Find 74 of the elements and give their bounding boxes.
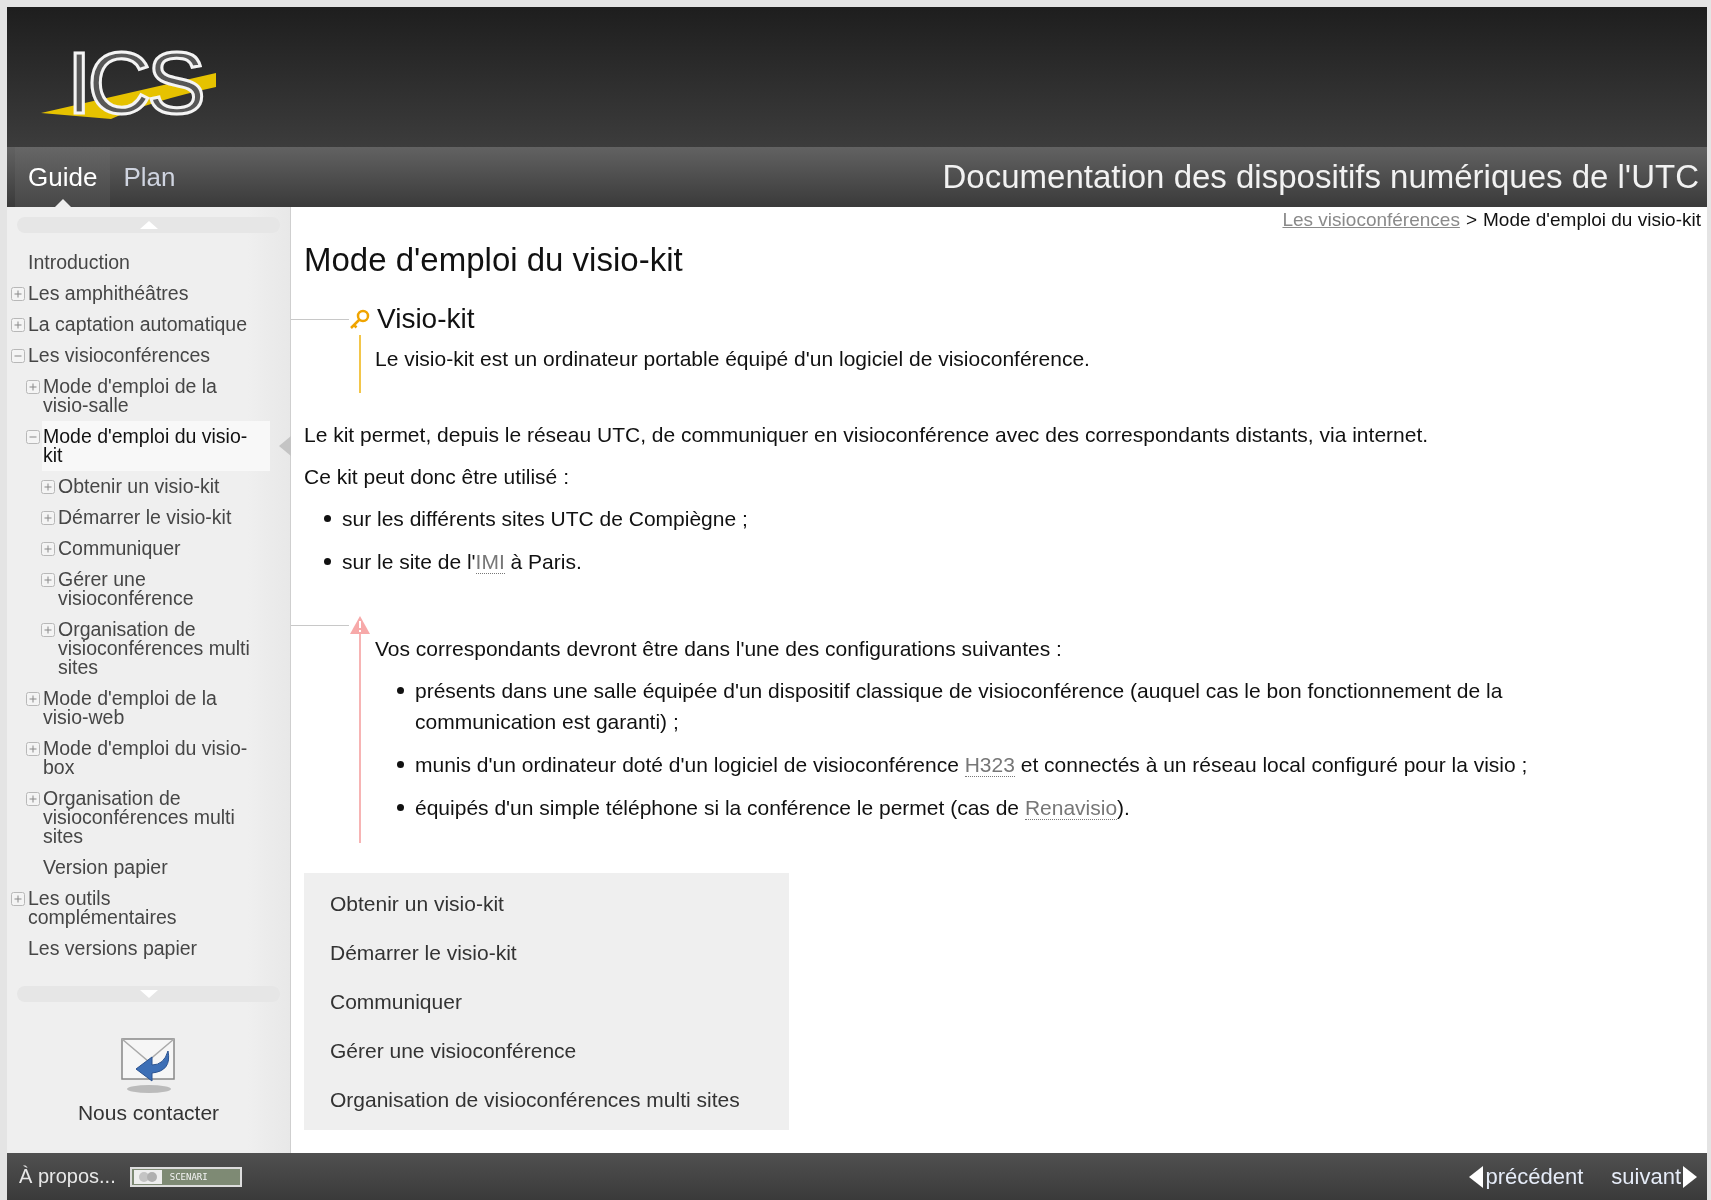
tree-item[interactable]: Mode d'emploi du visio-kit [42,421,270,471]
scroll-down-button[interactable] [17,986,280,1002]
subpage-link[interactable]: Gérer une visioconférence [304,1026,789,1075]
warning-text: Vos correspondants devront être dans l'une des configurations suivantes : [375,636,1063,662]
link[interactable]: Renavisio [1024,796,1118,820]
subpage-link[interactable]: Communiquer [304,977,789,1026]
tree-item[interactable]: La captation automatique [27,309,270,340]
tree-item[interactable]: Les outils complémentaires [27,883,270,933]
tree-item[interactable]: Mode d'emploi du visio-box [42,733,270,783]
page-title: Mode d'emploi du visio-kit [304,241,684,279]
expand-icon[interactable] [41,623,55,637]
tree-item[interactable]: Gérer une visioconférence [57,564,270,614]
tree-item[interactable]: Version papier [42,852,270,883]
bullet-icon [397,687,404,694]
abbreviation: H323 [964,753,1015,777]
expand-icon[interactable] [41,511,55,525]
list-item: sur les différents sites UTC de Compiègne ; [342,506,748,532]
expand-icon[interactable] [11,287,25,301]
tree-item[interactable]: Obtenir un visio-kit [57,471,270,502]
tree-item[interactable]: Mode d'emploi de la visio-web [42,683,270,733]
tree-item[interactable]: Les versions papier [27,933,270,964]
tree-item[interactable]: Démarrer le visio-kit [57,502,270,533]
key-icon [349,308,371,330]
about-link[interactable]: À propos... [19,1165,116,1188]
list-item: sur le site de l'IMI à Paris. [342,549,582,576]
bullet-icon [397,804,404,811]
contact-button[interactable]: Nous contacter [71,1036,226,1126]
expand-icon[interactable] [41,573,55,587]
caret-right-icon [1683,1165,1697,1188]
breadcrumb-separator: > [1465,209,1477,231]
next-button[interactable]: suivant [1601,1163,1697,1190]
previous-button[interactable]: précédent [1459,1163,1584,1190]
paragraph: Le kit permet, depuis le réseau UTC, de communiquer en visioconférence avec des correspondants distants, via internet. [304,422,1430,448]
mail-icon [119,1037,178,1095]
tab[interactable]: Plan [110,147,189,207]
tree-item[interactable]: Organisation de visioconférences multi sites [42,783,270,852]
breadcrumb-current: Mode d'emploi du visio-kit [1483,209,1701,231]
list-item: munis d'un ordinateur doté d'un logiciel de visioconférence H323 et connectés à un réseau local configuré pour la visio ; [415,752,1528,779]
expand-icon[interactable] [26,380,40,394]
caret-up-icon [139,221,158,229]
tab[interactable]: Guide [15,147,111,207]
scenari-badge[interactable]: SCENARI [129,1166,242,1187]
tree-item[interactable]: Introduction [27,247,270,278]
expand-icon[interactable] [11,318,25,332]
abbreviation: IMI [475,550,505,574]
breadcrumb-link[interactable]: Les visioconférences [1282,209,1460,231]
expand-icon[interactable] [41,542,55,556]
bullet-icon [397,761,404,768]
definition-title: Visio-kit [377,303,475,335]
site-title: Documentation des dispositifs numériques de l'UTC [942,158,1699,196]
tree-item[interactable]: Organisation de visioconférences multi sites [57,614,270,683]
list-item: présents dans une salle équipée d'un dispositif classique de visioconférence (auquel cas le bon fonctionnement de la communication est garanti) ; [415,678,1504,735]
list-item: équipés d'un simple téléphone si la conférence le permet (cas de Renavisio). [415,795,1130,822]
subpage-link[interactable]: Obtenir un visio-kit [304,879,789,928]
subpage-link[interactable]: Démarrer le visio-kit [304,928,789,977]
expand-icon[interactable] [41,480,55,494]
subpage-link[interactable]: Organisation de visioconférences multi sites [304,1075,789,1124]
caret-left-icon [1469,1165,1484,1188]
expand-icon[interactable] [26,742,40,756]
tree-item[interactable]: Mode d'emploi de la visio-salle [42,371,270,421]
expand-icon[interactable] [11,892,25,906]
collapse-icon[interactable] [26,430,40,444]
tree-item[interactable]: Les amphithéâtres [27,278,270,309]
collapse-icon[interactable] [11,349,25,363]
expand-icon[interactable] [26,792,40,806]
paragraph: Ce kit peut donc être utilisé : [304,464,570,490]
caret-down-icon [139,990,158,998]
bullet-icon [324,515,331,522]
tree-item[interactable]: Communiquer [57,533,270,564]
scroll-up-button[interactable] [17,217,280,233]
definition-text: Le visio-kit est un ordinateur portable équipé d'un logiciel de visioconférence. [375,346,1091,372]
bullet-icon [324,558,331,565]
expand-icon[interactable] [26,692,40,706]
tree-item[interactable]: Les visioconférences [27,340,270,371]
